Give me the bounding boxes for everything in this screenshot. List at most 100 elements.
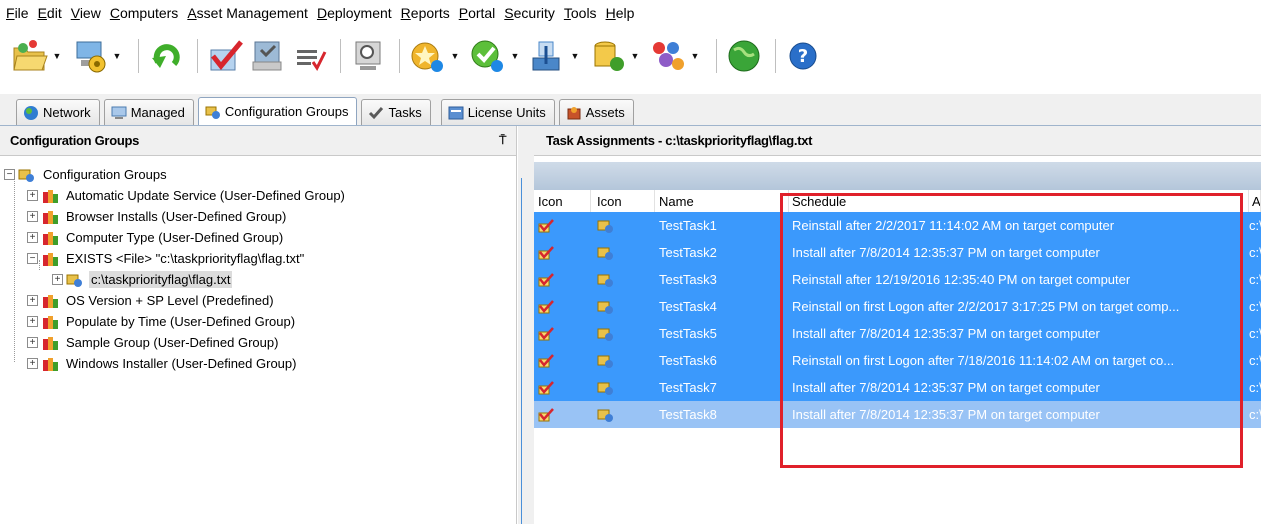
tab-strip: Network Managed Configuration Groups Tas… bbox=[0, 94, 1261, 126]
column-header-schedule[interactable]: Schedule bbox=[789, 190, 1249, 212]
column-header-icon[interactable]: Icon bbox=[534, 190, 591, 212]
dropdown-arrow-icon[interactable]: ▼ bbox=[52, 36, 62, 76]
tree-item-selected[interactable]: + c:\taskpriorityflag\flag.txt bbox=[0, 269, 516, 290]
tree-item[interactable]: + Computer Type (User-Defined Group) bbox=[0, 227, 516, 248]
menu-security[interactable]: Security bbox=[504, 5, 555, 21]
column-header-icon-2[interactable]: Icon bbox=[591, 190, 655, 212]
open-folder-icon[interactable] bbox=[10, 36, 50, 76]
table-row[interactable]: TestTask2 Install after 7/8/2014 12:35:37… bbox=[534, 239, 1261, 266]
menu-portal[interactable]: Portal bbox=[459, 5, 496, 21]
column-header-assigned[interactable]: As bbox=[1249, 190, 1261, 212]
toolbar-separator bbox=[716, 39, 717, 73]
table-row[interactable]: TestTask5 Install after 7/8/2014 12:35:37… bbox=[534, 320, 1261, 347]
tree-label: Configuration Groups bbox=[43, 167, 167, 182]
edit-tasks-icon[interactable] bbox=[290, 36, 330, 76]
database-package-icon[interactable] bbox=[588, 36, 628, 76]
panel-header: Task Assignments - c:\taskpriorityflag\f… bbox=[534, 126, 1261, 156]
expand-icon[interactable]: + bbox=[27, 337, 38, 348]
column-header-name[interactable]: Name bbox=[655, 190, 789, 212]
expand-icon[interactable]: + bbox=[27, 316, 38, 327]
dropdown-arrow-icon[interactable]: ▼ bbox=[630, 36, 640, 76]
task-name: TestTask4 bbox=[659, 299, 717, 314]
group-icon bbox=[43, 357, 58, 371]
tree-item[interactable]: − EXISTS <File> "c:\taskpriorityflag\fla… bbox=[0, 248, 516, 269]
help-icon[interactable]: ? bbox=[784, 36, 824, 76]
table-row[interactable]: TestTask1 Reinstall after 2/2/2017 11:14:… bbox=[534, 212, 1261, 239]
task-assigned-path: c:\ bbox=[1249, 380, 1261, 395]
table-row[interactable]: TestTask7 Install after 7/8/2014 12:35:37… bbox=[534, 374, 1261, 401]
tree-label: EXISTS <File> "c:\taskpriorityflag\flag.… bbox=[66, 251, 305, 266]
star-package-icon[interactable] bbox=[408, 36, 448, 76]
expand-icon[interactable]: + bbox=[27, 211, 38, 222]
task-name: TestTask7 bbox=[659, 380, 717, 395]
expand-icon[interactable]: + bbox=[27, 295, 38, 306]
group-icon bbox=[43, 315, 58, 329]
tree-item[interactable]: + Browser Installs (User-Defined Group) bbox=[0, 206, 516, 227]
dropdown-arrow-icon[interactable]: ▼ bbox=[690, 36, 700, 76]
tab-configuration-groups[interactable]: Configuration Groups bbox=[197, 97, 358, 125]
menu-asset-management[interactable]: Asset Management bbox=[187, 5, 308, 21]
tree-item[interactable]: + Populate by Time (User-Defined Group) bbox=[0, 311, 516, 332]
group-icon bbox=[43, 210, 58, 224]
install-icon[interactable] bbox=[528, 36, 568, 76]
expand-icon[interactable]: + bbox=[27, 358, 38, 369]
tab-tasks[interactable]: Tasks bbox=[361, 99, 431, 125]
deploy-package-icon[interactable] bbox=[468, 36, 508, 76]
expand-icon[interactable]: + bbox=[27, 232, 38, 243]
tree-label: Automatic Update Service (User-Defined G… bbox=[66, 188, 345, 203]
tree-root[interactable]: − Configuration Groups bbox=[0, 164, 516, 185]
dropdown-arrow-icon[interactable]: ▼ bbox=[450, 36, 460, 76]
menu-computers[interactable]: Computers bbox=[110, 5, 178, 21]
menu-reports[interactable]: Reports bbox=[401, 5, 450, 21]
group-tree: − Configuration Groups + Automatic Updat… bbox=[0, 156, 516, 374]
menu-edit[interactable]: Edit bbox=[38, 5, 62, 21]
tree-item[interactable]: + Windows Installer (User-Defined Group) bbox=[0, 353, 516, 374]
tree-label: OS Version + SP Level (Predefined) bbox=[66, 293, 274, 308]
task-assigned-path: c:\ bbox=[1249, 272, 1261, 287]
tree-label: Populate by Time (User-Defined Group) bbox=[66, 314, 296, 329]
config-group-icon bbox=[591, 320, 655, 347]
checkmark-task-icon[interactable] bbox=[206, 36, 246, 76]
toolbar-separator bbox=[138, 39, 139, 73]
dropdown-arrow-icon[interactable]: ▼ bbox=[570, 36, 580, 76]
tab-network[interactable]: Network bbox=[16, 99, 100, 125]
task-type-icon bbox=[534, 212, 591, 239]
menu-help[interactable]: Help bbox=[606, 5, 635, 21]
tree-item[interactable]: + Automatic Update Service (User-Defined… bbox=[0, 185, 516, 206]
collapse-icon[interactable]: − bbox=[27, 253, 38, 264]
menu-view[interactable]: View bbox=[71, 5, 101, 21]
tab-assets[interactable]: Assets bbox=[558, 99, 634, 125]
tab-license-units[interactable]: License Units bbox=[440, 99, 555, 125]
task-list-icon[interactable] bbox=[248, 36, 288, 76]
tab-managed[interactable]: Managed bbox=[103, 99, 194, 125]
group-icon bbox=[43, 294, 58, 308]
search-computer-icon[interactable] bbox=[349, 36, 389, 76]
tree-item[interactable]: + OS Version + SP Level (Predefined) bbox=[0, 290, 516, 311]
portal-globe-icon[interactable] bbox=[725, 36, 765, 76]
menu-tools[interactable]: Tools bbox=[564, 5, 597, 21]
task-type-icon bbox=[534, 374, 591, 401]
table-row[interactable]: TestTask3 Reinstall after 12/19/2016 12:3… bbox=[534, 266, 1261, 293]
task-type-icon bbox=[534, 266, 591, 293]
table-row[interactable]: TestTask8 Install after 7/8/2014 12:35:37… bbox=[534, 401, 1261, 428]
tab-label: Tasks bbox=[388, 105, 422, 120]
task-type-icon bbox=[534, 347, 591, 374]
table-row[interactable]: TestTask6 Reinstall on first Logon after … bbox=[534, 347, 1261, 374]
task-name: TestTask3 bbox=[659, 272, 717, 287]
table-row[interactable]: TestTask4 Reinstall on first Logon after … bbox=[534, 293, 1261, 320]
dropdown-arrow-icon[interactable]: ▼ bbox=[510, 36, 520, 76]
toolbar-separator bbox=[197, 39, 198, 73]
expand-icon[interactable]: + bbox=[27, 190, 38, 201]
pin-icon[interactable]: ⍑ bbox=[499, 133, 506, 148]
menu-file[interactable]: File bbox=[6, 5, 29, 21]
refresh-icon[interactable] bbox=[147, 36, 187, 76]
collapse-icon[interactable]: − bbox=[4, 169, 15, 180]
tree-item[interactable]: + Sample Group (User-Defined Group) bbox=[0, 332, 516, 353]
menu-deployment[interactable]: Deployment bbox=[317, 5, 392, 21]
network-package-icon[interactable] bbox=[648, 36, 688, 76]
computer-settings-icon[interactable] bbox=[70, 36, 110, 76]
expand-icon[interactable]: + bbox=[52, 274, 63, 285]
task-assigned-path: c:\ bbox=[1249, 218, 1261, 233]
task-assignments-panel: Task Assignments - c:\taskpriorityflag\f… bbox=[534, 126, 1261, 524]
dropdown-arrow-icon[interactable]: ▼ bbox=[112, 36, 122, 76]
